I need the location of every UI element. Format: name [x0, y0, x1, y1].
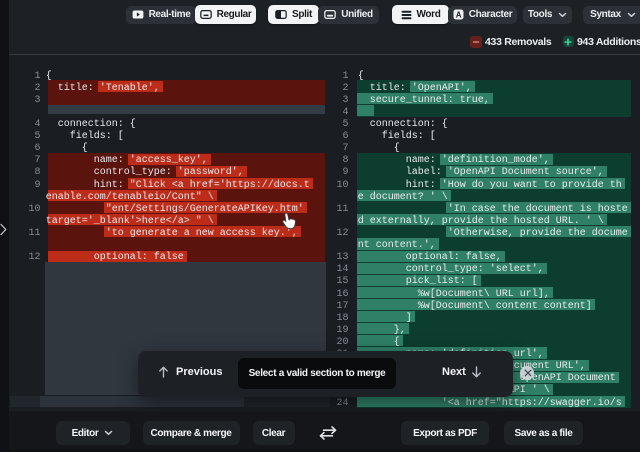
svg-text:A: A: [456, 11, 462, 20]
